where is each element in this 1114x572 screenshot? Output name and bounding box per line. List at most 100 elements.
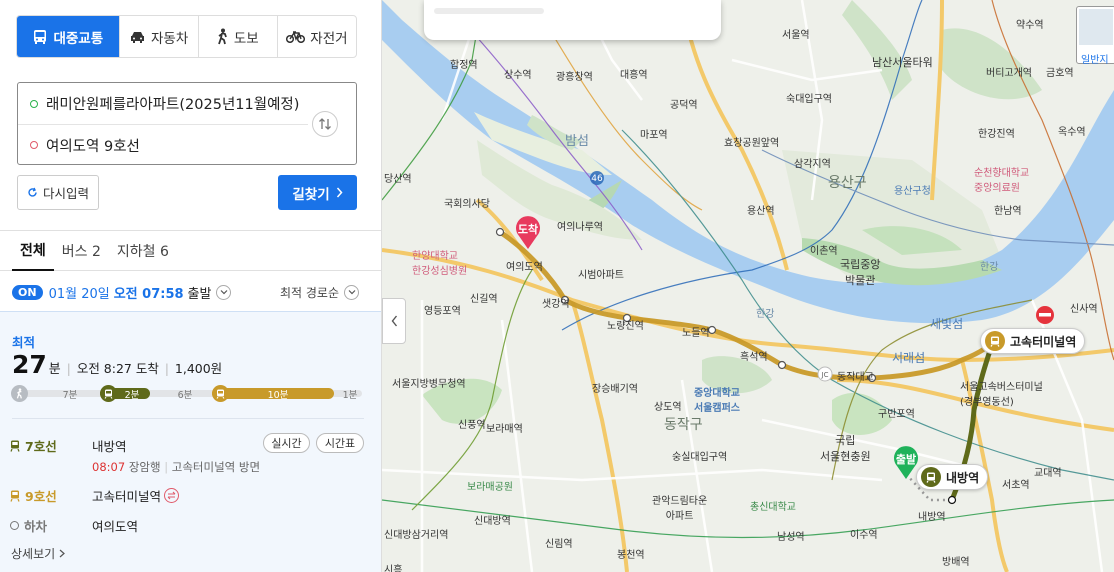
- map-type-label: 일반지: [1081, 55, 1109, 66]
- map-label: 마포역: [640, 130, 668, 141]
- mode-bicycle[interactable]: 자전거: [276, 16, 356, 57]
- map-label: 대흥역: [620, 70, 648, 81]
- transfer-walk-segment: 6분: [160, 388, 210, 401]
- map-thumbnail: [1079, 9, 1113, 45]
- fare: 1,400원: [174, 361, 223, 376]
- departure-date[interactable]: 01월 20일: [49, 283, 110, 302]
- map-label: 장승배기역: [592, 384, 638, 395]
- search-route-label: 길찾기: [292, 186, 330, 203]
- swap-route-button[interactable]: [312, 111, 338, 137]
- map-label: 서울역: [782, 30, 810, 41]
- naebang-tag[interactable]: 내방역: [916, 464, 989, 490]
- step-alight-station: 여의도역: [92, 519, 139, 534]
- search-route-button[interactable]: 길찾기: [278, 175, 357, 210]
- naebang-tag-label: 내방역: [946, 470, 980, 485]
- bicycle-icon: [286, 31, 306, 43]
- destination-dot-icon: [30, 141, 38, 149]
- mode-transit[interactable]: 대중교통: [17, 16, 119, 57]
- mode-bicycle-label: 자전거: [310, 30, 348, 47]
- step-line7-station: 내방역: [92, 439, 127, 454]
- timetable-button[interactable]: 시간표: [316, 433, 364, 453]
- refresh-icon: [28, 187, 37, 197]
- route-result-card[interactable]: 최적 27 분 | 오전 8:27 도착 | 1,400원 7분 2분 6분 1…: [0, 311, 381, 572]
- tab-bus[interactable]: 버스 2: [54, 231, 109, 271]
- line7-segment: 2분: [100, 385, 150, 402]
- map-label: 한남역: [994, 206, 1022, 217]
- map-label: 구반포역: [878, 409, 915, 420]
- sort-selector[interactable]: 최적 경로순: [280, 284, 359, 301]
- place-card[interactable]: [424, 0, 721, 40]
- map-view[interactable]: 46 JC 일반지 서울역 남산서울타워 합정역 상수역 광흥창역 대흥역 공덕…: [382, 0, 1114, 572]
- step-alight-label: 하차: [10, 516, 92, 535]
- map-label: 상도역: [654, 402, 682, 413]
- sort-label: 최적 경로순: [279, 285, 339, 300]
- line9-subway-icon: [985, 331, 1005, 351]
- step-line9: 9호선 고속터미널역: [10, 486, 180, 505]
- subway-icon: [100, 385, 117, 402]
- route-time-bar: 7분 2분 6분 10분 1분: [11, 385, 362, 402]
- destination-text: 여의도역 9호선: [46, 138, 140, 155]
- map-label: 보라매공원: [467, 482, 513, 493]
- reset-button[interactable]: 다시입력: [17, 175, 99, 210]
- walk-icon: [11, 385, 28, 402]
- subway-icon: [212, 385, 229, 402]
- subway-icon: [10, 490, 20, 502]
- result-tabs: 전체 버스 2 지하철 6: [0, 231, 381, 271]
- map-label: 효창공원앞역: [724, 138, 780, 149]
- swap-arrows-icon: [319, 118, 331, 130]
- map-label: 한양대학교 한강성심병원: [412, 251, 468, 277]
- collapse-panel-button[interactable]: [382, 298, 406, 344]
- map-label: 시흥: [384, 565, 403, 572]
- map-type-button[interactable]: 일반지: [1076, 6, 1114, 66]
- map-label: 방배역: [942, 557, 970, 568]
- realtime-button[interactable]: 실시간: [263, 433, 310, 453]
- transfer-segment-time: 6분: [177, 389, 193, 401]
- map-label: 한강진역: [978, 129, 1015, 140]
- destination-field[interactable]: 여의도역 9호선: [18, 124, 308, 165]
- depart-direction: 고속터미널역 방면: [171, 460, 261, 474]
- separator: |: [164, 362, 169, 376]
- map-label: 옥수역: [1058, 127, 1086, 138]
- map-label: 합정역: [450, 60, 478, 71]
- origin-text: 래미안원페를라아파트(2025년11월예정): [46, 97, 300, 113]
- map-label: 신림역: [545, 539, 573, 550]
- alight-dot-icon: [10, 521, 19, 530]
- line7-segment-time: 2분: [124, 389, 140, 401]
- map-label: 중앙대학교 서울캠퍼스: [694, 388, 740, 414]
- departure-dropdown-button[interactable]: [216, 284, 232, 300]
- map-label: 샛강역: [542, 299, 570, 310]
- card-skeleton: [434, 8, 544, 14]
- map-label: 여의나루역: [557, 222, 603, 233]
- map-label: 용산구청: [894, 186, 931, 197]
- departure-pin-label: 출발: [895, 453, 917, 466]
- express-terminal-tag[interactable]: 고속터미널역: [980, 328, 1086, 354]
- mode-car-label: 자동차: [151, 30, 189, 47]
- svg-text:JC: JC: [821, 371, 829, 379]
- departure-on-badge[interactable]: ON: [12, 284, 43, 300]
- separator: |: [66, 362, 71, 376]
- depart-info: 장암행: [128, 460, 161, 474]
- map-label: 용산역: [747, 206, 775, 217]
- map-label: 세빛섬: [930, 317, 964, 331]
- map-label: 버티고개역: [986, 68, 1032, 79]
- mode-walk[interactable]: 도보: [197, 16, 277, 57]
- map-label: 흑석역: [740, 352, 768, 363]
- map-label: 서울지방병무청역: [392, 379, 466, 390]
- mode-car[interactable]: 자동차: [118, 16, 198, 57]
- tab-subway[interactable]: 지하철 6: [109, 231, 177, 271]
- departure-time[interactable]: 오전 07:58: [114, 283, 184, 302]
- chevron-down-icon: [220, 290, 228, 295]
- map-label: 교대역: [1034, 468, 1062, 479]
- arrival-pin-label: 도착: [517, 223, 539, 236]
- map-label: 서울고속버스터미널 (경부영동선): [960, 382, 1043, 408]
- map-label: 한강: [756, 309, 775, 320]
- tab-all[interactable]: 전체: [12, 231, 54, 271]
- map-label: 관악드림타운 아파트: [652, 496, 708, 522]
- origin-field[interactable]: 래미안원페를라아파트(2025년11월예정): [18, 83, 308, 124]
- map-label: 한강: [980, 262, 999, 273]
- arrival-pin[interactable]: 도착: [513, 214, 543, 250]
- district-label: 용산구: [828, 175, 867, 191]
- duration-value: 27: [12, 350, 47, 379]
- details-link[interactable]: 상세보기: [11, 545, 65, 562]
- chevron-right-icon: [336, 187, 343, 198]
